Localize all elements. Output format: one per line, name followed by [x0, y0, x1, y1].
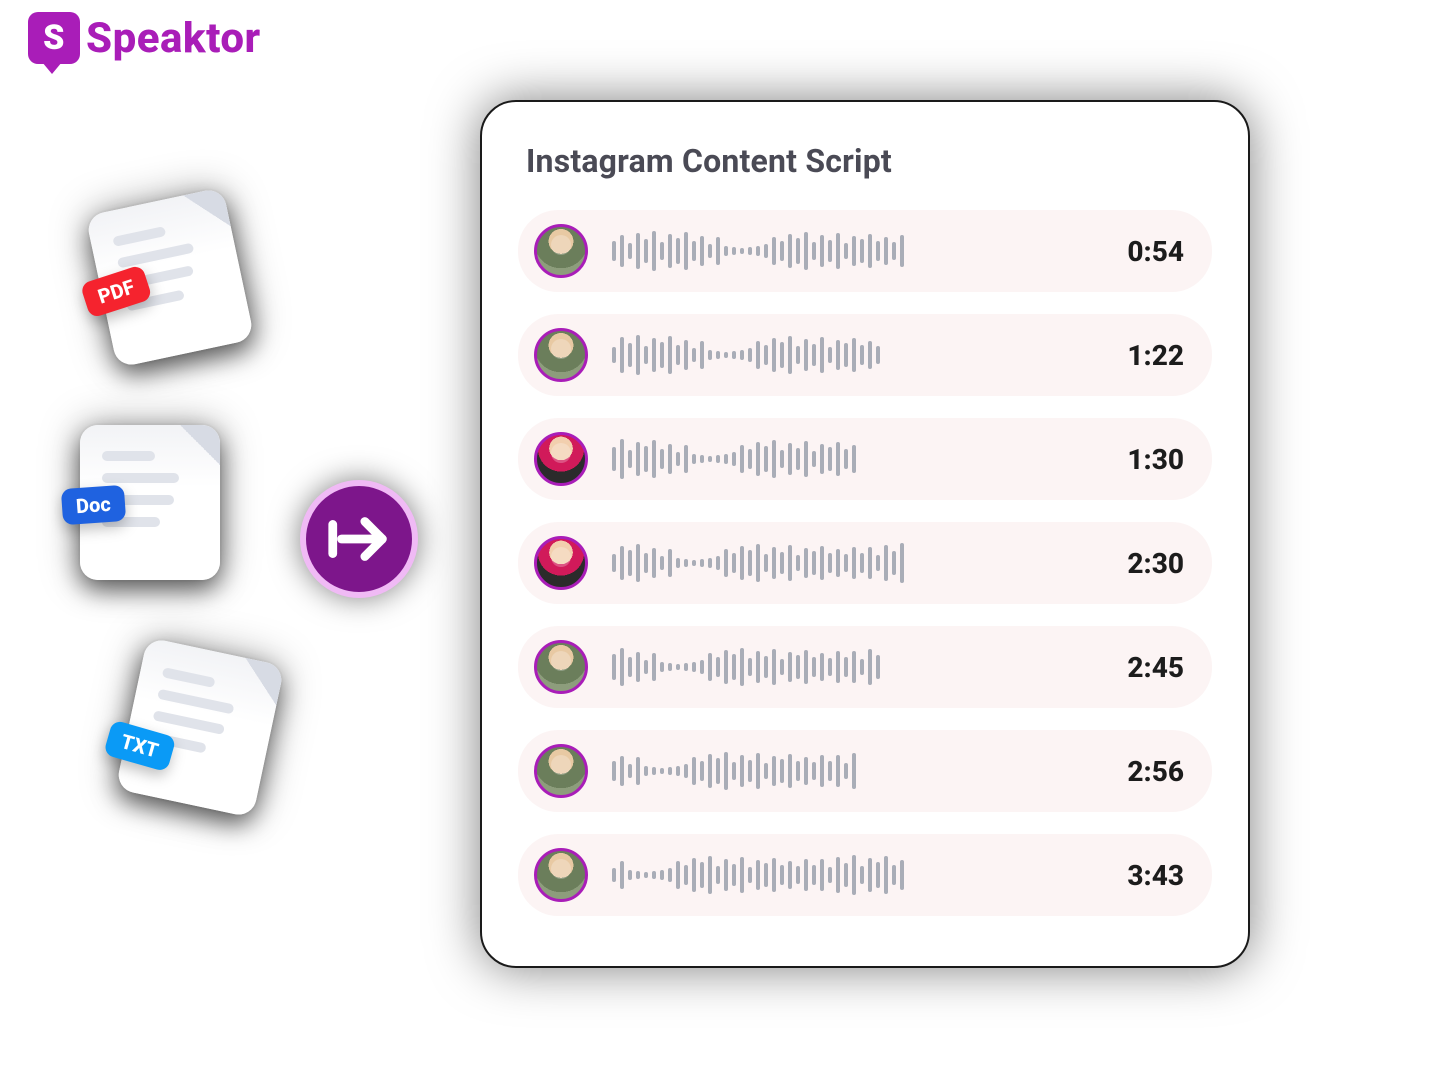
file-type-badge: Doc: [61, 485, 126, 525]
file-txt: TXT: [115, 637, 284, 818]
file-pdf: PDF: [85, 187, 254, 368]
waveform-icon: [612, 334, 1086, 376]
brand-logo: S Speaktor: [28, 12, 261, 64]
audio-track[interactable]: 2:45: [518, 626, 1212, 708]
waveform-icon: [612, 646, 1086, 688]
brand-name: Speaktor: [86, 14, 261, 63]
audio-track[interactable]: 2:56: [518, 730, 1212, 812]
waveform-icon: [612, 438, 1086, 480]
audio-track[interactable]: 2:30: [518, 522, 1212, 604]
track-duration: 1:30: [1106, 443, 1184, 476]
convert-arrow-icon: [300, 480, 418, 598]
speaker-avatar: [534, 744, 588, 798]
audio-track[interactable]: 0:54: [518, 210, 1212, 292]
brand-mark-icon: S: [28, 12, 80, 64]
track-duration: 0:54: [1106, 235, 1184, 268]
track-duration: 2:45: [1106, 651, 1184, 684]
speaker-avatar: [534, 328, 588, 382]
track-duration: 2:30: [1106, 547, 1184, 580]
audio-track[interactable]: 1:30: [518, 418, 1212, 500]
speaker-avatar: [534, 640, 588, 694]
track-duration: 2:56: [1106, 755, 1184, 788]
waveform-icon: [612, 750, 1086, 792]
waveform-icon: [612, 542, 1086, 584]
waveform-icon: [612, 230, 1086, 272]
output-card: Instagram Content Script 0:54 1:22 1:30 2:3…: [480, 100, 1250, 968]
track-duration: 1:22: [1106, 339, 1184, 372]
track-duration: 3:43: [1106, 859, 1184, 892]
speaker-avatar: [534, 224, 588, 278]
input-files-group: PDF Doc TXT: [70, 200, 330, 875]
file-doc: Doc: [80, 425, 220, 580]
audio-track[interactable]: 3:43: [518, 834, 1212, 916]
speaker-avatar: [534, 432, 588, 486]
audio-track[interactable]: 1:22: [518, 314, 1212, 396]
track-list: 0:54 1:22 1:30 2:30 2:45 2:56 3:43: [518, 210, 1212, 916]
speaker-avatar: [534, 848, 588, 902]
card-title: Instagram Content Script: [526, 142, 1204, 180]
waveform-icon: [612, 854, 1086, 896]
speaker-avatar: [534, 536, 588, 590]
